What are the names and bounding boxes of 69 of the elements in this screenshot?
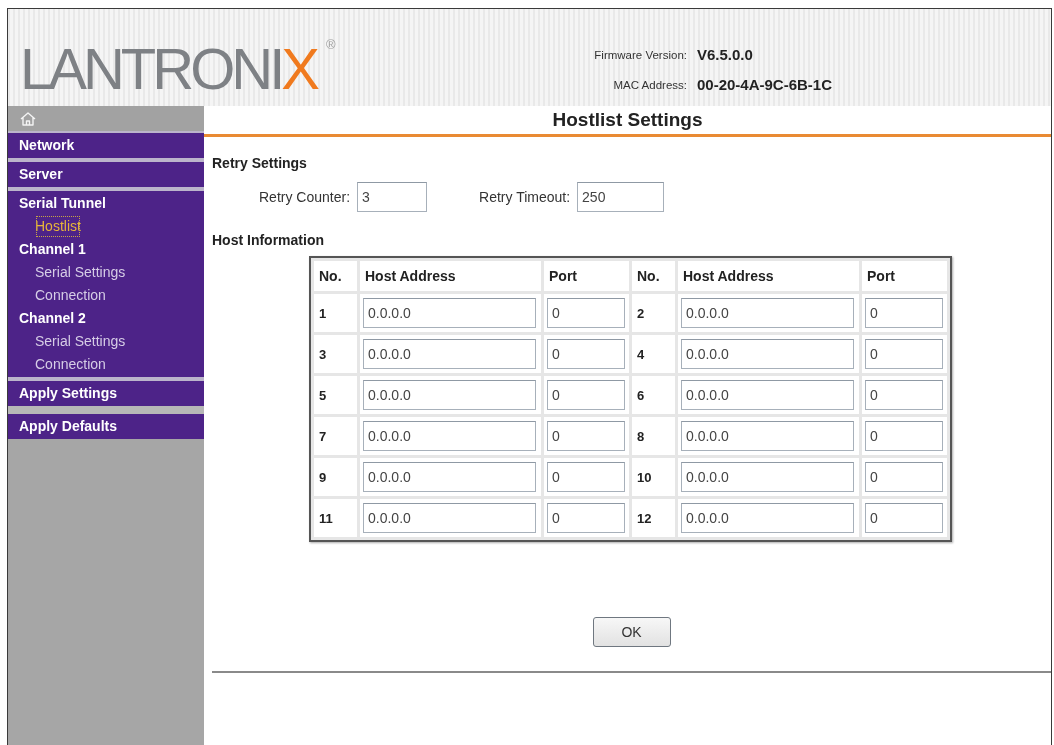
- brand-logo: LANTRONIX$^{®}$: [20, 35, 337, 103]
- port-field[interactable]: 0: [865, 421, 943, 451]
- table-cell: 5: [319, 388, 327, 403]
- host-address-field[interactable]: 0.0.0.0: [363, 298, 536, 328]
- host-address-field[interactable]: 0.0.0.0: [681, 503, 854, 533]
- host-address-field[interactable]: 0.0.0.0: [681, 339, 854, 369]
- port-field[interactable]: 0: [547, 339, 625, 369]
- home-link[interactable]: [20, 111, 36, 126]
- info-label: Firmware Version:: [594, 48, 687, 63]
- table-cell: 10: [637, 470, 652, 485]
- menu-item[interactable]: Network: [19, 134, 75, 157]
- port-field[interactable]: 0: [865, 298, 943, 328]
- field-label: Retry Timeout:: [479, 189, 571, 205]
- host-address-field[interactable]: 0.0.0.0: [681, 298, 854, 328]
- table-cell: 11: [319, 511, 333, 526]
- host-address-field[interactable]: 0.0.0.0: [363, 380, 536, 410]
- info-value: V6.5.0.0: [697, 45, 753, 65]
- submenu-item[interactable]: Serial Settings: [35, 261, 126, 284]
- table-cell: 6: [637, 388, 645, 403]
- section-heading: Host Information: [212, 231, 324, 249]
- host-address-field[interactable]: 0.0.0.0: [681, 462, 854, 492]
- column-header: No.: [637, 268, 660, 284]
- port-field[interactable]: 0: [865, 462, 943, 492]
- menu-item[interactable]: Channel 1: [19, 238, 86, 261]
- host-address-field[interactable]: 0.0.0.0: [681, 421, 854, 451]
- column-header: Port: [549, 268, 577, 284]
- port-field[interactable]: 0: [865, 380, 943, 410]
- info-value: 00-20-4A-9C-6B-1C: [697, 75, 833, 95]
- host-address-field[interactable]: 0.0.0.0: [363, 462, 536, 492]
- home-icon: [20, 111, 36, 126]
- submenu-item[interactable]: Serial Settings: [35, 330, 126, 353]
- submenu-item[interactable]: Connection: [35, 353, 106, 376]
- port-field[interactable]: 0: [547, 380, 625, 410]
- host-address-field[interactable]: 0.0.0.0: [363, 339, 536, 369]
- host-address-field[interactable]: 0.0.0.0: [681, 380, 854, 410]
- column-header: Host Address: [365, 268, 456, 284]
- port-field[interactable]: 0: [865, 503, 943, 533]
- table-cell: 8: [637, 429, 645, 444]
- menu-item[interactable]: Server: [19, 163, 63, 186]
- field-label: Retry Counter:: [259, 189, 351, 205]
- table-cell: 3: [319, 347, 327, 362]
- menu-item[interactable]: Channel 2: [19, 307, 86, 330]
- port-field[interactable]: 0: [865, 339, 943, 369]
- submenu-item[interactable]: Connection: [35, 284, 106, 307]
- page-title: Hostlist Settings: [552, 108, 703, 132]
- table-cell: 1: [319, 306, 327, 321]
- table-cell: 9: [319, 470, 327, 485]
- section-heading: Retry Settings: [212, 154, 307, 172]
- table-cell: 12: [637, 511, 652, 526]
- port-field[interactable]: 0: [547, 421, 625, 451]
- table-cell: 2: [637, 306, 645, 321]
- port-field[interactable]: 0: [547, 462, 625, 492]
- column-header: Host Address: [683, 268, 774, 284]
- port-field[interactable]: 0: [547, 503, 625, 533]
- table-cell: 4: [637, 347, 645, 362]
- column-header: No.: [319, 268, 342, 284]
- host-address-field[interactable]: 0.0.0.0: [363, 503, 536, 533]
- ok-button[interactable]: OK: [592, 617, 671, 647]
- text-input[interactable]: 3: [357, 182, 428, 212]
- column-header: Port: [867, 268, 895, 284]
- menu-item[interactable]: Apply Settings: [19, 382, 117, 405]
- host-address-field[interactable]: 0.0.0.0: [363, 421, 536, 451]
- info-label: MAC Address:: [613, 78, 687, 93]
- port-field[interactable]: 0: [547, 298, 625, 328]
- menu-item[interactable]: Apply Defaults: [19, 415, 117, 438]
- table-cell: 7: [319, 429, 327, 444]
- menu-item[interactable]: Serial Tunnel: [19, 192, 106, 215]
- text-input[interactable]: 250: [577, 182, 665, 212]
- submenu-item[interactable]: Hostlist: [35, 215, 81, 238]
